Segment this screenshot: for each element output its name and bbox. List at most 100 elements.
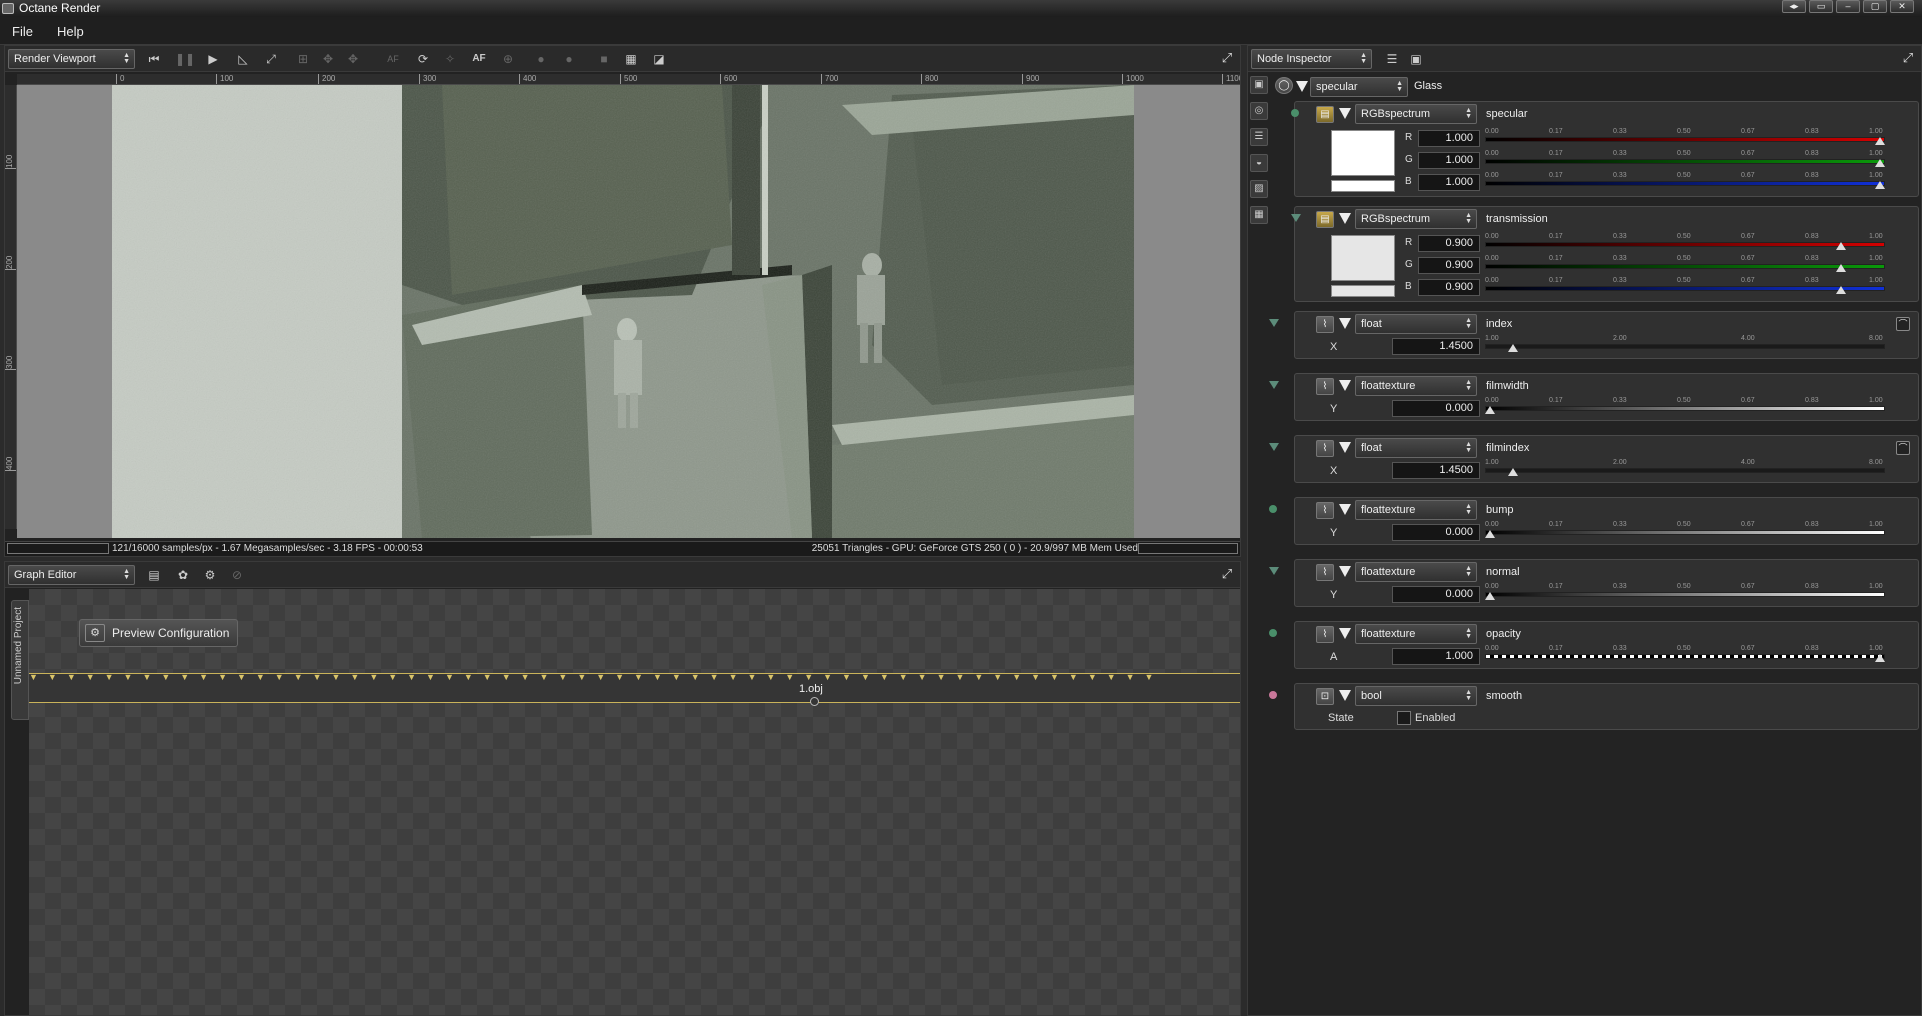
af-label[interactable]: AF [471,51,487,67]
slider-track[interactable] [1485,344,1885,349]
menu-help[interactable]: Help [57,24,84,39]
collapse-icon[interactable] [1339,504,1351,515]
node-type-dropdown[interactable]: floattexture ▲ ▼ [1355,562,1477,582]
region-icon[interactable]: ⊞ [295,51,311,67]
graph-canvas[interactable] [29,589,1240,1015]
value-slider[interactable]: 0.00 0.17 0.33 0.50 0.67 0.83 1.00 [1485,128,1885,146]
float-node-icon[interactable]: ⌇ [1316,564,1334,581]
enabled-checkbox[interactable] [1397,711,1411,725]
value-slider[interactable]: 0.00 0.17 0.33 0.50 0.67 0.83 1.00 [1485,645,1885,663]
tone-icon[interactable]: ◺ [235,51,251,67]
channel-value-field[interactable]: 0.900 [1418,235,1480,252]
restore-view-button[interactable]: ◂▸ [1782,0,1806,13]
node-type-dropdown[interactable]: floattexture ▲ ▼ [1355,376,1477,396]
value-slider[interactable]: 0.00 0.17 0.33 0.50 0.67 0.83 1.00 [1485,583,1885,601]
sphere2-icon[interactable]: ● [561,51,577,67]
slider-thumb[interactable] [1836,264,1846,272]
slider-track[interactable] [1485,654,1885,659]
node-type-dropdown[interactable]: RGBspectrum ▲ ▼ [1355,104,1477,124]
value-slider[interactable]: 1.00 2.00 4.00 8.00 [1485,459,1885,477]
delete-icon[interactable]: ⊘ [229,567,245,583]
value-field[interactable]: 0.000 [1392,400,1480,417]
node-type-dropdown[interactable]: bool ▲ ▼ [1355,686,1477,706]
color-swatch-small[interactable] [1331,180,1395,192]
value-slider[interactable]: 0.00 0.17 0.33 0.50 0.67 0.83 1.00 [1485,233,1885,251]
collapse-icon[interactable] [1296,81,1308,92]
node-type-dropdown[interactable]: float ▲ ▼ [1355,438,1477,458]
node-inspector-dropdown[interactable]: Node Inspector ▲ ▼ [1251,49,1372,69]
film-settings-icon[interactable]: ☰ [1250,128,1268,146]
channel-value-field[interactable]: 1.000 [1418,152,1480,169]
collapse-icon[interactable] [1339,213,1351,224]
connector-arrow[interactable] [1291,214,1301,222]
camera-settings-icon[interactable]: ◎ [1250,102,1268,120]
render-target-icon[interactable]: ▣ [1250,76,1268,94]
slider-thumb[interactable] [1875,181,1885,189]
preview-configuration-button[interactable]: ⚙ Preview Configuration [79,619,239,647]
slider-thumb[interactable] [1508,468,1519,476]
mesh-node[interactable]: ▼▼▼▼▼▼▼▼▼▼▼▼▼▼▼▼▼▼▼▼▼▼▼▼▼▼▼▼▼▼▼▼▼▼▼▼▼▼▼▼… [29,673,1240,706]
lock-icon[interactable]: ✥ [320,51,336,67]
value-slider[interactable]: 0.00 0.17 0.33 0.50 0.67 0.83 1.00 [1485,172,1885,190]
material-type-dropdown[interactable]: specular ▲ ▼ [1310,77,1408,97]
slider-track[interactable] [1485,242,1885,247]
input-pins[interactable]: ▼▼▼▼▼▼▼▼▼▼▼▼▼▼▼▼▼▼▼▼▼▼▼▼▼▼▼▼▼▼▼▼▼▼▼▼▼▼▼▼… [29,674,1240,682]
slider-track[interactable] [1485,181,1885,186]
slider-track[interactable] [1485,592,1885,597]
slider-thumb[interactable] [1485,592,1495,600]
menu-file[interactable]: File [12,24,33,39]
channel-value-field[interactable]: 0.900 [1418,279,1480,296]
slider-thumb[interactable] [1485,530,1495,538]
focus-icon[interactable]: ⤢ [263,51,279,67]
slider-track[interactable] [1485,286,1885,291]
channel-value-field[interactable]: 1.000 [1418,174,1480,191]
connector-pin[interactable] [1269,691,1277,699]
connector-pin[interactable] [1269,381,1279,389]
bool-node-icon[interactable]: ⊡ [1316,688,1334,705]
color-swatch-small[interactable] [1331,285,1395,297]
checker-icon[interactable]: ▦ [623,51,639,67]
project-tab[interactable]: Unnamed Project [11,600,29,720]
slider-thumb[interactable] [1508,344,1519,352]
slider-thumb[interactable] [1875,137,1885,145]
value-slider[interactable]: 0.00 0.17 0.33 0.50 0.67 0.83 1.00 [1485,277,1885,295]
texture-node-icon[interactable]: ▤ [1316,211,1334,228]
layout-button[interactable]: ▭ [1809,0,1833,13]
connector-pin[interactable] [1269,319,1279,327]
collapse-icon[interactable] [1339,442,1351,453]
connector-pin[interactable] [1269,629,1277,637]
camera-icon[interactable]: ✧ [442,51,458,67]
close-button[interactable]: ✕ [1890,0,1914,13]
curve-icon[interactable]: ⌒ [1896,441,1910,455]
texture-node-icon[interactable]: ▤ [1316,106,1334,123]
float-node-icon[interactable]: ⌇ [1316,440,1334,457]
float-node-icon[interactable]: ⌇ [1316,378,1334,395]
material-icon[interactable]: ✿ [175,567,191,583]
refresh-icon[interactable]: ⟳ [415,51,431,67]
maximize-button[interactable]: ▢ [1863,0,1887,13]
af-icon[interactable]: AF [385,51,401,67]
maximize-viewport-icon[interactable]: ⤢ [1220,51,1234,65]
collapse-icon[interactable] [1339,690,1351,701]
connector-pin[interactable] [1269,505,1277,513]
rewind-icon[interactable]: ⏮ [146,51,162,67]
collapse-icon[interactable] [1339,380,1351,391]
connector-dot[interactable] [1291,109,1299,117]
channel-value-field[interactable]: 0.900 [1418,257,1480,274]
maximize-graph-icon[interactable]: ⤢ [1220,567,1234,581]
slider-track[interactable] [1485,406,1885,411]
float-node-icon[interactable]: ⌇ [1316,316,1334,333]
collapse-icon[interactable] [1339,108,1351,119]
expand-view-icon[interactable]: ▣ [1408,51,1424,67]
alpha-icon[interactable]: ◪ [651,51,667,67]
sphere-icon[interactable]: ● [533,51,549,67]
collapse-icon[interactable] [1339,566,1351,577]
value-slider[interactable]: 0.00 0.17 0.33 0.50 0.67 0.83 1.00 [1485,521,1885,539]
color-swatch[interactable] [1331,235,1395,281]
value-field[interactable]: 1.4500 [1392,462,1480,479]
mesh-icon[interactable]: ⚙ [202,567,218,583]
color-swatch[interactable] [1331,130,1395,176]
square-icon[interactable]: ■ [596,51,612,67]
imager-icon[interactable]: ▨ [1250,180,1268,198]
slider-track[interactable] [1485,468,1885,473]
